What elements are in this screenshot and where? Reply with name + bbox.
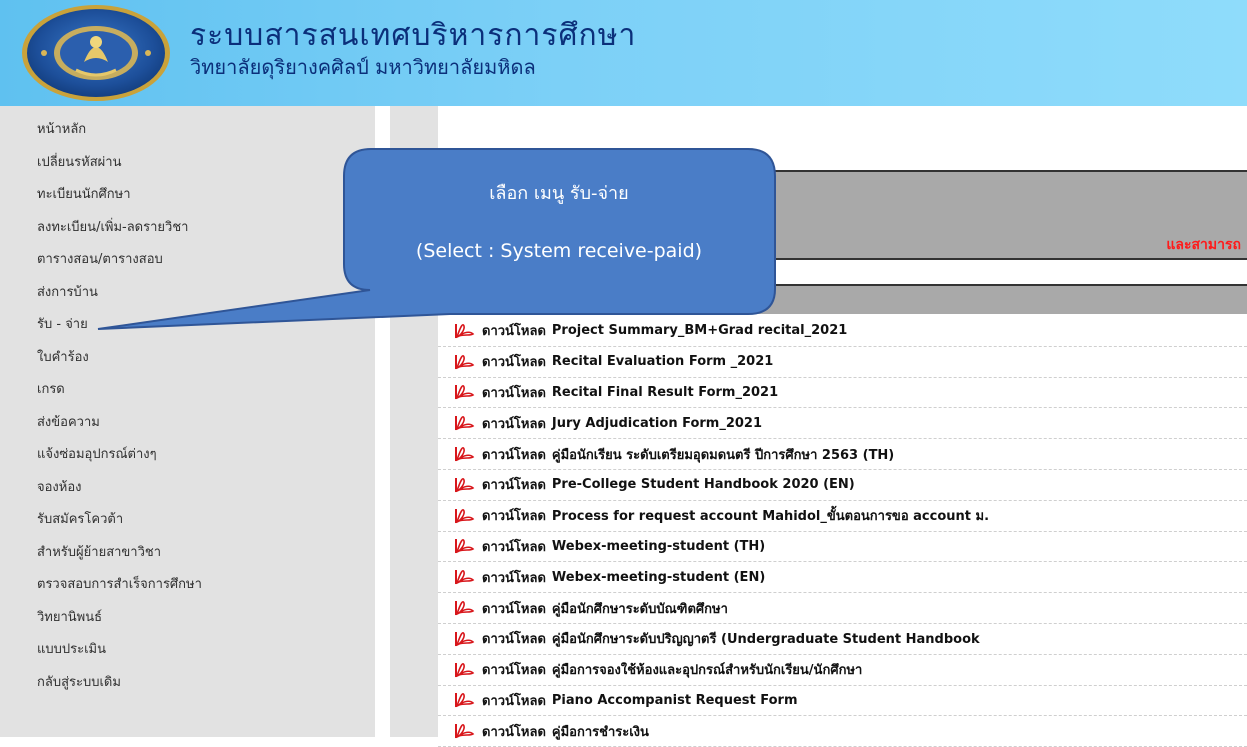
pdf-icon: [455, 631, 475, 647]
download-prefix: ดาวน์โหลด: [482, 570, 546, 586]
sidebar-item-homework[interactable]: ส่งการบ้าน: [0, 277, 375, 310]
sidebar-item-receive-pay[interactable]: รับ - จ่าย: [0, 309, 375, 342]
sidebar-item-grades[interactable]: เกรด: [0, 374, 375, 407]
download-title: คู่มือนักศึกษาระดับปริญญาตรี (Undergradu…: [551, 632, 980, 648]
sidebar-item-major-transfer[interactable]: สำหรับผู้ย้ายสาขาวิชา: [0, 537, 375, 570]
sidebar-item-evaluation[interactable]: แบบประเมิน: [0, 634, 375, 667]
download-item[interactable]: ดาวน์โหลด คู่มือนักเรียน ระดับเตรียมอุดม…: [438, 439, 1247, 470]
college-subtitle: วิทยาลัยดุริยางคศิลป์ มหาวิทยาลัยมหิดล: [190, 55, 536, 79]
pdf-icon: [455, 323, 475, 339]
download-item[interactable]: ดาวน์โหลด Recital Evaluation Form _2021: [438, 347, 1247, 378]
sidebar-item-petition[interactable]: ใบคำร้อง: [0, 342, 375, 375]
download-item[interactable]: ดาวน์โหลด Piano Accompanist Request Form: [438, 686, 1247, 717]
sidebar-item-student-record[interactable]: ทะเบียนนักศึกษา: [0, 179, 375, 212]
download-title: คู่มือการจองใช้ห้องและอุปกรณ์สำหรับนักเร…: [551, 663, 863, 679]
download-prefix: ดาวน์โหลด: [482, 693, 546, 709]
download-prefix: ดาวน์โหลด: [482, 447, 546, 463]
callout-line-thai: เลือก เมนู รับ-จ่าย: [489, 183, 629, 204]
download-item[interactable]: ดาวน์โหลด Project Summary_BM+Grad recita…: [438, 316, 1247, 347]
download-title: Jury Adjudication Form_2021: [551, 415, 763, 431]
download-title: Piano Accompanist Request Form: [551, 692, 798, 708]
sidebar: หน้าหลัก เปลี่ยนรหัสผ่าน ทะเบียนนักศึกษา…: [0, 106, 375, 737]
download-item[interactable]: ดาวน์โหลด Process for request account Ma…: [438, 501, 1247, 532]
pdf-icon: [455, 601, 475, 616]
download-prefix: ดาวน์โหลด: [482, 324, 546, 340]
download-title: Recital Evaluation Form _2021: [551, 354, 774, 370]
pdf-icon: [455, 477, 475, 493]
pdf-icon: [455, 416, 475, 431]
download-prefix: ดาวน์โหลด: [482, 416, 546, 432]
university-seal-logo: [22, 5, 170, 101]
download-item[interactable]: ดาวน์โหลด คู่มือการจองใช้ห้องและอุปกรณ์ส…: [438, 655, 1247, 686]
download-item[interactable]: ดาวน์โหลด Webex-meeting-student (EN): [438, 562, 1247, 594]
download-prefix: ดาวน์โหลด: [482, 601, 546, 617]
download-title: Project Summary_BM+Grad recital_2021: [551, 323, 848, 339]
download-item[interactable]: ดาวน์โหลด คู่มือการชำระเงิน: [438, 716, 1247, 747]
pdf-icon: [455, 724, 475, 739]
sidebar-item-schedule[interactable]: ตารางสอน/ตารางสอบ: [0, 244, 375, 277]
pdf-icon: [455, 447, 475, 462]
download-item[interactable]: ดาวน์โหลด Recital Final Result Form_2021: [438, 378, 1247, 409]
sidebar-menu: หน้าหลัก เปลี่ยนรหัสผ่าน ทะเบียนนักศึกษา…: [0, 114, 375, 699]
system-title: ระบบสารสนเทศบริหารการศึกษา: [190, 18, 637, 53]
sidebar-item-repair-request[interactable]: แจ้งซ่อมอุปกรณ์ต่างๆ: [0, 439, 375, 472]
download-prefix: ดาวน์โหลด: [482, 539, 546, 555]
download-title: Webex-meeting-student (EN): [551, 569, 766, 585]
pdf-icon: [455, 662, 475, 677]
header-bar: ระบบสารสนเทศบริหารการศึกษา วิทยาลัยดุริย…: [0, 0, 1247, 106]
download-title: Pre-College Student Handbook 2020 (EN): [551, 477, 855, 493]
download-title: คู่มือนักเรียน ระดับเตรียมอุดมดนตรี ปีกา…: [551, 447, 895, 463]
sidebar-item-messages[interactable]: ส่งข้อความ: [0, 407, 375, 440]
download-item[interactable]: ดาวน์โหลด Pre-College Student Handbook 2…: [438, 470, 1247, 501]
sidebar-item-graduation-check[interactable]: ตรวจสอบการสำเร็จการศึกษา: [0, 569, 375, 602]
pdf-icon: [455, 570, 475, 585]
download-title: คู่มือการชำระเงิน: [551, 724, 649, 740]
downloads-header-bar: [438, 284, 1247, 314]
pdf-icon: [455, 508, 475, 523]
download-title: Process for request account Mahidol_ขั้น…: [551, 509, 990, 525]
pdf-icon: [455, 693, 475, 708]
download-prefix: ดาวน์โหลด: [482, 478, 546, 494]
pdf-icon: [455, 539, 475, 554]
download-item[interactable]: ดาวน์โหลด Jury Adjudication Form_2021: [438, 408, 1247, 440]
download-item[interactable]: ดาวน์โหลด Webex-meeting-student (TH): [438, 532, 1247, 563]
sidebar-item-home[interactable]: หน้าหลัก: [0, 114, 375, 147]
download-prefix: ดาวน์โหลด: [482, 509, 546, 525]
download-item[interactable]: ดาวน์โหลด คู่มือนักศึกษาระดับบัณฑิตศึกษา: [438, 593, 1247, 624]
callout-line-english: (Select : System receive-paid): [415, 240, 703, 262]
sidebar-item-quota[interactable]: รับสมัครโควต้า: [0, 504, 375, 537]
banner-red-text: และสามารถ: [1166, 237, 1241, 253]
download-title: Webex-meeting-student (TH): [551, 538, 766, 554]
sidebar-item-change-password[interactable]: เปลี่ยนรหัสผ่าน: [0, 147, 375, 180]
download-prefix: ดาวน์โหลด: [482, 724, 546, 740]
download-item[interactable]: ดาวน์โหลด คู่มือนักศึกษาระดับปริญญาตรี (…: [438, 624, 1247, 655]
sidebar-item-legacy-system[interactable]: กลับสู่ระบบเดิม: [0, 667, 375, 700]
download-prefix: ดาวน์โหลด: [482, 663, 546, 679]
download-prefix: ดาวน์โหลด: [482, 632, 546, 648]
pdf-icon: [455, 354, 475, 369]
download-title: Recital Final Result Form_2021: [551, 384, 779, 400]
download-prefix: ดาวน์โหลด: [482, 385, 546, 401]
download-prefix: ดาวน์โหลด: [482, 355, 546, 371]
sidebar-item-room-booking[interactable]: จองห้อง: [0, 472, 375, 505]
sidebar-item-thesis[interactable]: วิทยานิพนธ์: [0, 602, 375, 635]
download-list: ดาวน์โหลด Project Summary_BM+Grad recita…: [438, 316, 1247, 747]
download-title: คู่มือนักศึกษาระดับบัณฑิตศึกษา: [551, 601, 728, 617]
pdf-icon: [455, 385, 475, 400]
sidebar-item-registration[interactable]: ลงทะเบียน/เพิ่ม-ลดรายวิชา: [0, 212, 375, 245]
